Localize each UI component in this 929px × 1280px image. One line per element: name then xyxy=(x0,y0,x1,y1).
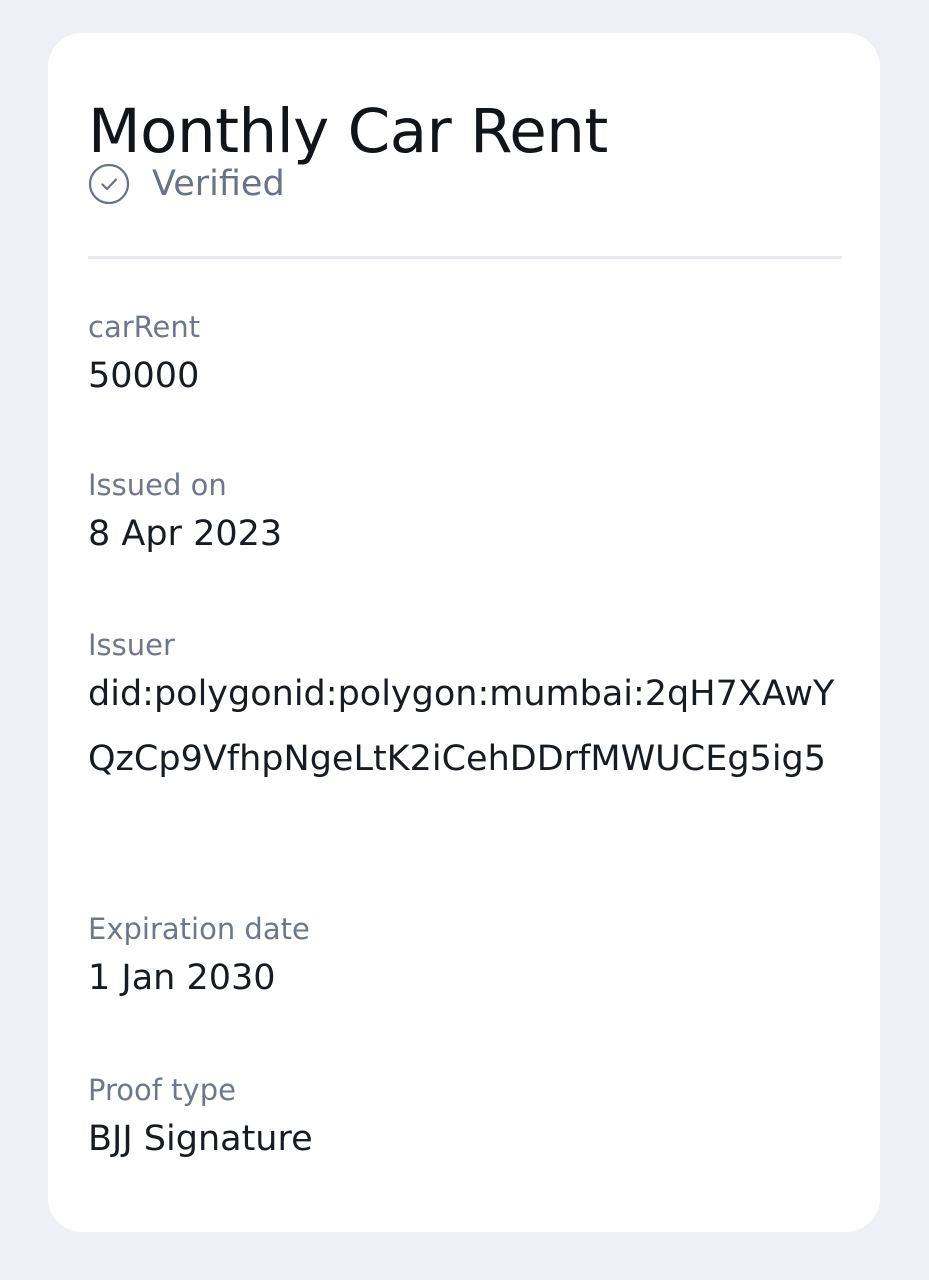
check-circle-icon xyxy=(88,163,130,205)
field-value: 1 Jan 2030 xyxy=(88,958,276,998)
credential-title: Monthly Car Rent xyxy=(88,96,608,167)
field-label: Proof type xyxy=(88,1073,236,1107)
field-label: Expiration date xyxy=(88,912,310,946)
divider xyxy=(88,256,842,259)
field-expiration-date: Expiration date 1 Jan 2030 xyxy=(88,915,842,996)
verified-label: Verified xyxy=(152,163,285,204)
field-label: carRent xyxy=(88,310,201,344)
verification-status: Verified xyxy=(88,163,285,205)
field-issuer: Issuer did:polygonid:polygon:mumbai:2qH7… xyxy=(88,631,842,792)
field-car-rent: carRent 50000 xyxy=(88,313,842,394)
field-value: BJJ Signature xyxy=(88,1119,313,1159)
credential-card: Monthly Car Rent Verified carRent 50000 … xyxy=(48,33,880,1232)
field-value: 8 Apr 2023 xyxy=(88,514,283,554)
field-value: did:polygonid:polygon:mumbai:2qH7XAwYQzC… xyxy=(88,674,835,779)
field-value: 50000 xyxy=(88,356,200,396)
field-label: Issuer xyxy=(88,628,175,662)
field-issued-on: Issued on 8 Apr 2023 xyxy=(88,471,842,552)
field-proof-type: Proof type BJJ Signature xyxy=(88,1076,842,1157)
field-label: Issued on xyxy=(88,468,227,502)
